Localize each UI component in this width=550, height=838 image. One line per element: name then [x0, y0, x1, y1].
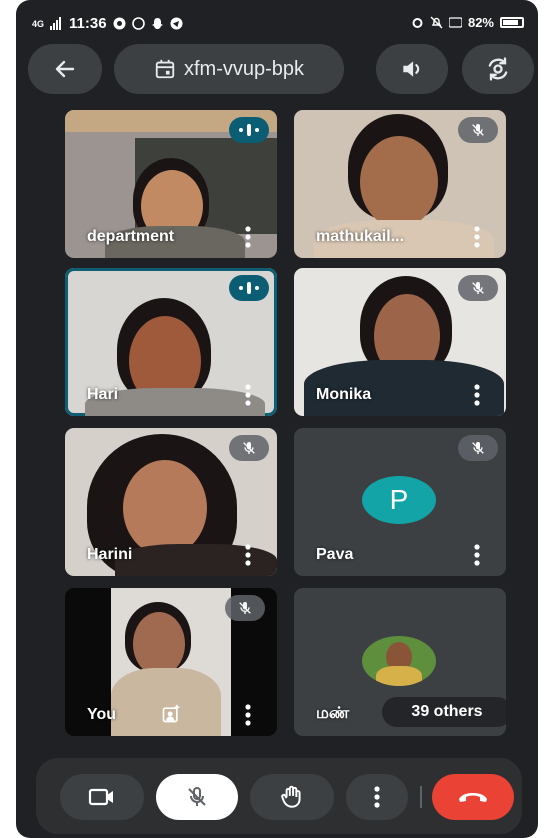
call-controls: [36, 758, 522, 834]
participant-name: Hari: [87, 386, 119, 403]
participant-tile-department[interactable]: department: [65, 110, 277, 258]
calendar-icon: [155, 59, 175, 79]
more-vertical-icon[interactable]: [474, 544, 480, 566]
mic-off-icon: [239, 602, 251, 614]
more-vertical-icon: [374, 786, 380, 808]
mic-muted-indicator: [458, 117, 498, 143]
volume-icon: [403, 61, 420, 77]
status-time: 11:36: [69, 15, 107, 32]
participant-tile-hari[interactable]: Hari: [65, 268, 277, 416]
mic-off-icon: [472, 282, 484, 294]
notification-icon: [113, 17, 126, 30]
camera-flip-icon: [488, 57, 508, 81]
participant-name: mathukail...: [316, 228, 405, 245]
mic-off-icon: [188, 787, 206, 806]
more-vertical-icon[interactable]: [474, 226, 480, 248]
call-end-icon: [459, 793, 487, 802]
participant-face: [360, 136, 438, 228]
arrow-left-icon: [55, 60, 75, 78]
speaking-indicator: [229, 117, 269, 143]
participant-name: You: [87, 706, 117, 723]
video-camera-icon: [88, 788, 113, 806]
alarm-icon: [412, 18, 423, 28]
participant-name: Monika: [316, 386, 372, 403]
audio-output-button[interactable]: [376, 44, 448, 94]
mic-off-icon: [243, 442, 255, 454]
end-call-button[interactable]: [432, 774, 514, 820]
battery-icon: [500, 17, 524, 28]
avatar: [362, 636, 436, 686]
participant-tile-pava[interactable]: P Pava: [294, 428, 506, 576]
mic-toggle-button[interactable]: [156, 774, 238, 820]
more-vertical-icon[interactable]: [245, 384, 251, 406]
meeting-info-button[interactable]: xfm-vvup-bpk: [114, 44, 344, 94]
participant-face: [123, 460, 207, 556]
participant-tile-monika[interactable]: Monika: [294, 268, 506, 416]
mute-ring-icon: [430, 16, 443, 29]
telegram-icon: [170, 17, 183, 30]
camera-toggle-button[interactable]: [60, 774, 144, 820]
status-bar: 4G 11:36 82%: [16, 0, 538, 44]
meeting-code: xfm-vvup-bpk: [183, 57, 305, 80]
others-count-badge[interactable]: 39 others: [382, 697, 512, 727]
more-vertical-icon[interactable]: [245, 704, 251, 726]
volte-icon: [448, 17, 462, 28]
participant-name: department: [87, 228, 175, 245]
network-indicator: 4G: [32, 18, 45, 29]
back-button[interactable]: [28, 44, 102, 94]
meet-screen: 4G 11:36 82% xfm-vvup-bpk department mat…: [16, 0, 538, 838]
controls-divider: [420, 786, 422, 808]
mic-muted-indicator: [229, 435, 269, 461]
mic-off-icon: [472, 124, 484, 136]
whatsapp-icon: [131, 17, 145, 30]
avatar-letter: P: [389, 484, 409, 515]
effects-icon[interactable]: [161, 704, 181, 724]
participant-tile-mathukail[interactable]: mathukail...: [294, 110, 506, 258]
more-vertical-icon[interactable]: [245, 544, 251, 566]
participant-tile-harini[interactable]: Harini: [65, 428, 277, 576]
raise-hand-button[interactable]: [250, 774, 334, 820]
participant-name: Pava: [316, 546, 354, 563]
more-vertical-icon[interactable]: [245, 226, 251, 248]
raise-hand-icon: [281, 785, 301, 808]
avatar: P: [362, 476, 436, 524]
more-vertical-icon[interactable]: [474, 384, 480, 406]
mic-muted-indicator: [458, 435, 498, 461]
more-options-button[interactable]: [346, 774, 408, 820]
battery-percent: 82%: [467, 15, 494, 30]
participant-name: மண்: [316, 705, 350, 722]
self-view-tile[interactable]: You: [65, 588, 277, 736]
mic-muted-indicator: [458, 275, 498, 301]
switch-camera-button[interactable]: [462, 44, 534, 94]
mic-muted-indicator: [225, 595, 265, 621]
snapchat-icon: [151, 18, 163, 29]
speaking-indicator: [229, 275, 269, 301]
signal-icon: [50, 17, 62, 30]
participant-name: Harini: [87, 546, 133, 563]
mic-off-icon: [472, 442, 484, 454]
participant-body: [115, 544, 277, 576]
